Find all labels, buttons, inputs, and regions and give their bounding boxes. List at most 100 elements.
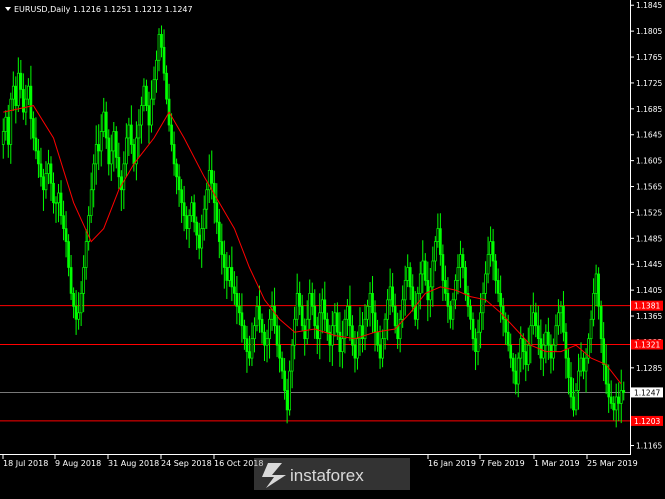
candle-body — [6, 116, 10, 145]
candle-body — [444, 280, 447, 294]
candle-body — [217, 221, 221, 242]
candle-body — [24, 98, 28, 113]
candle-body — [544, 331, 548, 346]
candle-body — [393, 305, 397, 327]
candle-body — [150, 98, 153, 126]
candle-body — [305, 318, 309, 340]
candle-body — [391, 286, 394, 307]
candle-body — [572, 396, 575, 411]
candle-body — [406, 267, 410, 281]
candle-body — [330, 325, 334, 346]
candle-body — [280, 357, 284, 372]
candle-body — [619, 390, 623, 404]
candle-body — [446, 293, 450, 307]
candle-body — [381, 338, 384, 359]
candle-body — [258, 305, 261, 320]
candle-body — [165, 72, 168, 100]
candle-body — [117, 157, 121, 178]
candle-body — [529, 325, 533, 346]
candle-body — [499, 293, 503, 307]
x-tick-label: 25 Mar 2019 — [587, 459, 638, 468]
x-tick-label: 7 Feb 2019 — [480, 459, 525, 468]
candle-body — [617, 396, 621, 404]
candle-body — [524, 351, 528, 365]
candle-body — [614, 396, 618, 411]
candle-body — [356, 338, 359, 359]
candle-body — [4, 116, 8, 132]
candle-body — [531, 312, 535, 327]
x-tick-label: 31 Aug 2018 — [108, 459, 159, 468]
candle-body — [59, 192, 63, 217]
candle-body — [290, 344, 294, 372]
candle-body — [44, 173, 48, 191]
candle-body — [599, 305, 603, 340]
candle-body — [180, 189, 183, 204]
candle-body — [260, 318, 264, 333]
candle-body — [250, 338, 254, 359]
candle-body — [215, 202, 219, 223]
candle-body — [230, 267, 234, 288]
candle-body — [428, 286, 432, 301]
candle-body — [509, 344, 513, 359]
candle-body — [416, 293, 420, 320]
chart-background — [0, 0, 665, 499]
candle-body — [52, 182, 55, 204]
watermark-text: instaforex — [290, 466, 364, 485]
candle-body — [112, 131, 116, 152]
candle-body — [263, 331, 266, 346]
candle-body — [353, 344, 357, 359]
candle-body — [37, 150, 40, 165]
candle-body — [366, 305, 369, 320]
current-price-tag-label: 1.1247 — [634, 388, 660, 397]
candle-body — [1, 131, 5, 145]
candle-body — [325, 318, 329, 333]
symbol-label: EURUSD,Daily — [14, 5, 71, 14]
y-tick-label: 1.1365 — [636, 312, 662, 321]
candle-body — [69, 267, 73, 294]
candle-body — [82, 267, 85, 294]
candle-body — [288, 370, 291, 411]
candle-body — [441, 254, 445, 281]
candle-body — [187, 215, 191, 229]
candle-body — [170, 124, 173, 145]
candle-body — [64, 228, 68, 242]
candle-body — [27, 85, 30, 100]
candle-body — [243, 325, 246, 340]
candle-body — [539, 338, 543, 359]
candle-body — [283, 370, 286, 391]
candle-body — [579, 357, 583, 372]
candle-body — [388, 286, 392, 301]
candle-body — [172, 144, 176, 165]
candle-body — [42, 176, 45, 191]
candle-body — [562, 305, 565, 333]
candle-body — [436, 228, 440, 242]
candle-body — [107, 137, 111, 165]
candle-body — [248, 351, 251, 359]
candle-body — [449, 305, 452, 320]
candle-body — [14, 85, 18, 106]
price-chart[interactable]: 1.1845 1.1805 1.1765 1.1725 1.1685 1.1645 1.16… — [0, 0, 665, 499]
candle-body — [479, 312, 482, 333]
candle-body — [401, 299, 405, 320]
candle-body — [459, 254, 462, 268]
candle-body — [597, 273, 600, 307]
candle-body — [609, 396, 613, 404]
candle-body — [265, 338, 269, 346]
candle-body — [32, 118, 35, 139]
candle-body — [346, 305, 349, 320]
candle-body — [411, 286, 415, 307]
candle-body — [574, 390, 578, 411]
candle-body — [62, 215, 65, 229]
candle-body — [140, 105, 143, 126]
candle-body — [300, 305, 304, 327]
candle-body — [413, 305, 417, 320]
candle-body — [127, 124, 131, 139]
y-tick-label: 1.1445 — [636, 260, 662, 269]
x-tick-label: 9 Aug 2018 — [55, 459, 101, 468]
candle-body — [155, 59, 158, 81]
candle-body — [102, 111, 106, 132]
candle-body — [516, 357, 520, 385]
candle-body — [582, 357, 585, 372]
candle-body — [255, 305, 259, 327]
candle-body — [205, 189, 209, 210]
